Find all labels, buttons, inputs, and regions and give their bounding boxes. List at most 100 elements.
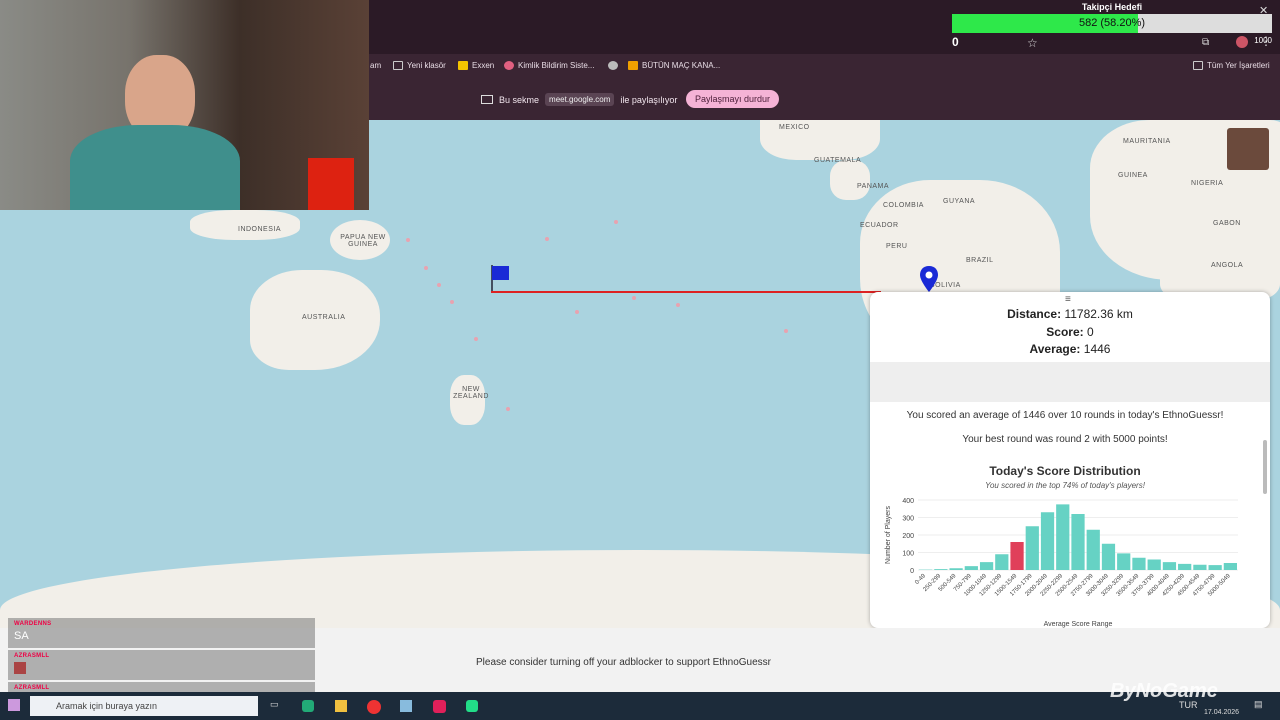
- chat-message: AZRASMLL: [8, 650, 315, 680]
- island-dot: [474, 337, 478, 341]
- map-label: PANAMA: [857, 183, 890, 190]
- island-dot: [450, 300, 454, 304]
- chart-bar: [979, 562, 994, 570]
- folder-icon: [1193, 61, 1203, 70]
- central-america-land: [830, 160, 870, 200]
- chart-subtitle: You scored in the top 74% of today's pla…: [985, 481, 1145, 490]
- bookmark-item[interactable]: am: [370, 61, 381, 70]
- bookmark-folder[interactable]: Yeni klasör: [393, 61, 446, 70]
- emote-icon: [14, 662, 26, 674]
- score-value: 0: [1087, 325, 1094, 339]
- map-label: NIGERIA: [1191, 180, 1224, 187]
- chart-bar: [1056, 504, 1070, 570]
- island-dot: [424, 266, 428, 270]
- island-dot: [437, 283, 441, 287]
- map-label: MAURITANIA: [1123, 138, 1171, 145]
- exxen-icon: [458, 61, 468, 70]
- island-dot: [614, 220, 618, 224]
- island-dot: [406, 238, 410, 242]
- app-icon[interactable]: [466, 700, 478, 712]
- x-axis-label: Average Score Range: [1044, 621, 1113, 628]
- site-icon: [504, 61, 514, 70]
- chart-bar: [964, 566, 978, 570]
- chart-bar: [1132, 557, 1146, 570]
- average-summary: You scored an average of 1446 over 10 ro…: [906, 410, 1224, 421]
- y-tick-label: 100: [902, 551, 914, 558]
- goal-progress-text: 582 (58.20%): [1078, 17, 1146, 29]
- hamburger-menu-icon[interactable]: ≡: [1065, 294, 1071, 305]
- folder-icon: [393, 61, 403, 70]
- follower-goal-widget: Takipçi Hedefi 582 (58.20%) 0 1000: [952, 0, 1272, 50]
- score-distribution-chart: 01002003004000-49250-299500-549750-79910…: [885, 498, 1238, 628]
- taskbar-date[interactable]: 17.04.2026: [1204, 709, 1239, 716]
- y-tick-label: 200: [902, 533, 914, 540]
- goal-progress-bar: 582 (58.20%): [952, 14, 1272, 33]
- score-row: Score: 0: [870, 325, 1270, 339]
- bookmark-label: am: [370, 61, 382, 70]
- island-dot: [545, 237, 549, 241]
- score-label: Score:: [1046, 325, 1084, 339]
- distance-line: [491, 291, 881, 293]
- chat-message: WARDENNS SA: [8, 618, 315, 648]
- windows-taskbar: Aramak için buraya yazın ▭ TUR 17.04.202…: [0, 692, 1280, 720]
- best-round-text: Your best round was round 2 with 5000 po…: [962, 434, 1168, 445]
- map-label: GABON: [1213, 220, 1241, 227]
- goal-end-value: 1000: [1254, 36, 1272, 45]
- chrome-icon[interactable]: [367, 700, 381, 714]
- map-label: ANGOLA: [1211, 262, 1244, 269]
- chart-bar: [1223, 563, 1237, 570]
- turkish-flag: [308, 158, 354, 210]
- stop-sharing-button[interactable]: Paylaşmayı durdur: [686, 90, 780, 108]
- notification-icon[interactable]: ▤: [1254, 699, 1263, 710]
- chart-bar: [949, 568, 963, 570]
- new-zealand-land: [450, 375, 485, 425]
- guess-flag-icon: [491, 265, 509, 291]
- bookmark-label: BÜTÜN MAÇ KANA...: [642, 61, 721, 70]
- site-icon: [628, 61, 638, 70]
- streamer-shirt: [70, 125, 240, 210]
- chart-bar: [1178, 563, 1192, 570]
- chart-bar: [995, 554, 1009, 570]
- explorer-icon[interactable]: [335, 700, 347, 712]
- chart-bar: [1117, 553, 1131, 570]
- goal-start-value: 0: [952, 35, 959, 49]
- bookmark-globe[interactable]: [608, 61, 618, 70]
- chart-bar: [1025, 526, 1039, 570]
- bookmark-mac[interactable]: BÜTÜN MAÇ KANA...: [628, 61, 720, 70]
- chart-bar: [1101, 543, 1116, 570]
- distance-value: 11782.36 km: [1064, 307, 1133, 321]
- chat-text: SA: [14, 630, 29, 642]
- task-view-icon[interactable]: ▭: [270, 699, 279, 710]
- chart-bar: [1071, 514, 1085, 570]
- average-row: Average: 1446: [870, 342, 1270, 356]
- app-icon[interactable]: [400, 700, 412, 712]
- bookmark-exxen[interactable]: Exxen: [458, 61, 494, 70]
- bynogame-watermark: ByNoGame: [1110, 680, 1218, 702]
- bookmark-label: Kimlik Bildirim Siste...: [518, 61, 595, 70]
- map-label: COLOMBIA: [883, 202, 924, 209]
- start-button[interactable]: [8, 699, 20, 711]
- chart-bar: [1193, 564, 1207, 570]
- all-bookmarks[interactable]: Tüm Yer İşaretleri: [1193, 61, 1270, 70]
- map-label: AUSTRALIA: [302, 314, 346, 321]
- edge-icon[interactable]: [302, 700, 314, 712]
- person-photo: [1227, 128, 1269, 170]
- globe-icon: [608, 61, 618, 70]
- app-icon[interactable]: [433, 700, 446, 713]
- chart-bar: [1162, 562, 1177, 570]
- webcam-overlay: [0, 0, 369, 210]
- island-dot: [575, 310, 579, 314]
- share-prefix: Bu sekme: [499, 94, 540, 105]
- chart-bar: [1147, 559, 1161, 570]
- goal-title: Takipçi Hedefi: [1081, 2, 1143, 12]
- chart-title: Today's Score Distribution: [989, 464, 1141, 478]
- island-dot: [784, 329, 788, 333]
- chart-bar: [1208, 565, 1222, 570]
- bookmark-kimlik[interactable]: Kimlik Bildirim Siste...: [504, 61, 594, 70]
- taskbar-search[interactable]: Aramak için buraya yazın: [30, 696, 258, 716]
- panel-scrollbar[interactable]: [1263, 440, 1267, 494]
- island-dot: [506, 407, 510, 411]
- screen-share-icon: [481, 95, 493, 104]
- chat-username: WARDENNS: [14, 621, 52, 627]
- x-tick-label: 0-49: [914, 573, 927, 586]
